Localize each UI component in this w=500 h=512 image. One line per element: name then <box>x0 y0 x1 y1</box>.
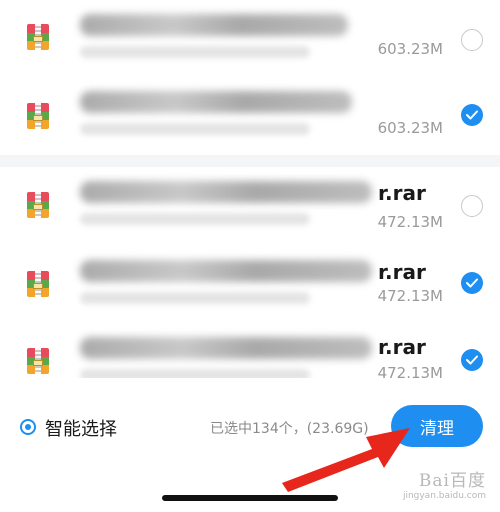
rar-archive-icon <box>27 192 49 218</box>
file-select-radio-checked[interactable] <box>461 349 483 371</box>
rar-archive-icon <box>27 271 49 297</box>
file-select-radio-checked[interactable] <box>461 104 483 126</box>
file-size: 603.23M <box>377 119 443 137</box>
file-path-blurred <box>80 46 310 58</box>
file-name-blurred <box>80 260 372 282</box>
file-name-blurred <box>80 337 372 359</box>
file-row[interactable]: 603.23M <box>0 0 500 84</box>
rar-archive-icon <box>27 24 49 50</box>
watermark-text: Bai百度 <box>418 471 486 491</box>
home-indicator[interactable] <box>162 495 338 501</box>
file-size: 472.13M <box>377 213 443 231</box>
file-name-blurred <box>80 91 352 113</box>
file-size: 603.23M <box>377 40 443 58</box>
check-icon <box>466 278 478 288</box>
smart-select-label[interactable]: 智能选择 <box>45 415 117 441</box>
rar-archive-icon <box>27 103 49 129</box>
file-extension: r.rar <box>378 181 426 205</box>
file-path-blurred <box>80 292 310 304</box>
check-icon <box>466 110 478 120</box>
file-extension: r.rar <box>378 260 426 284</box>
selected-summary: 已选中134个，(23.69G) <box>210 421 369 437</box>
clean-button[interactable]: 清理 <box>391 405 483 447</box>
file-name-blurred <box>80 181 372 203</box>
rar-archive-icon <box>27 348 49 374</box>
watermark-sub: jingyan.baidu.com <box>402 491 486 501</box>
file-path-blurred <box>80 213 310 225</box>
file-size: 472.13M <box>377 287 443 305</box>
check-icon <box>466 355 478 365</box>
file-row[interactable]: 603.23M <box>0 73 500 157</box>
file-select-radio[interactable] <box>461 195 483 217</box>
file-list: 603.23M 603.23M r.rar 472.13M r.rar 472.… <box>0 0 500 382</box>
file-path-blurred <box>80 123 310 135</box>
smart-select-radio[interactable] <box>20 419 36 435</box>
file-row[interactable]: r.rar 472.13M <box>0 243 500 327</box>
file-select-radio[interactable] <box>461 29 483 51</box>
baidu-watermark: Bai百度 jingyan.baidu.com <box>403 466 486 501</box>
file-row[interactable]: r.rar 472.13M <box>0 167 500 251</box>
file-extension: r.rar <box>378 335 426 359</box>
group-separator <box>0 155 500 167</box>
file-name-blurred <box>80 14 348 36</box>
file-select-radio-checked[interactable] <box>461 272 483 294</box>
